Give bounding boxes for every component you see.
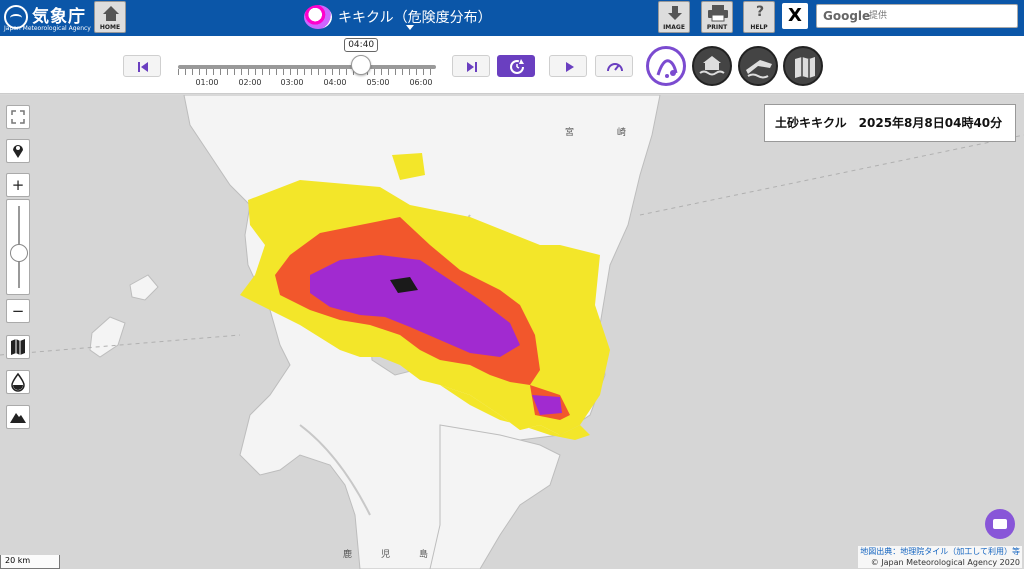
layer-landslide-button[interactable] bbox=[646, 46, 686, 86]
place-label: 島 bbox=[419, 550, 429, 560]
attribution-link[interactable]: 地図出典：地理院タイル（加工して利用）等 bbox=[860, 546, 1020, 557]
info-box-title: 土砂キキクル 2025年8月8日04時40分 bbox=[764, 104, 1016, 142]
print-label: PRINT bbox=[706, 24, 728, 31]
map-attribution: 地図出典：地理院タイル（加工して利用）等 © Japan Meteorologi… bbox=[858, 546, 1022, 568]
place-label: 鹿 bbox=[343, 550, 353, 560]
speedometer-icon bbox=[607, 63, 623, 72]
chevron-down-icon bbox=[406, 25, 414, 30]
locate-button[interactable] bbox=[6, 139, 30, 163]
place-label: 崎 bbox=[617, 128, 627, 138]
map-view[interactable]: 宮 崎 鹿 児 島 + − 土砂キキクル 2025年8月8日04時40分 地図出… bbox=[0, 95, 1024, 569]
latest-button[interactable] bbox=[497, 55, 535, 77]
basemap-button[interactable] bbox=[6, 335, 30, 359]
play-button[interactable] bbox=[549, 55, 587, 77]
refresh-icon bbox=[510, 59, 524, 74]
tick-label: 04:00 bbox=[323, 78, 347, 87]
map-icon bbox=[795, 57, 815, 78]
water-drop-icon bbox=[11, 372, 25, 392]
x-share-button[interactable]: X bbox=[782, 3, 808, 29]
logo-text-en: Japan Meteorological Agency bbox=[4, 25, 91, 32]
river-icon bbox=[746, 60, 772, 79]
osumi-peninsula bbox=[429, 424, 561, 569]
download-icon bbox=[668, 6, 682, 20]
layer-flood-button[interactable] bbox=[738, 46, 778, 86]
product-selector[interactable]: キキクル（危険度分布） bbox=[304, 3, 544, 33]
zoom-in-button[interactable]: + bbox=[6, 173, 30, 197]
home-icon bbox=[103, 6, 119, 21]
jma-logo[interactable]: 気象庁 Japan Meteorological Agency bbox=[2, 2, 91, 34]
timeline-ticks bbox=[178, 69, 436, 75]
flood-house-icon bbox=[699, 56, 725, 76]
product-title: キキクル（危険度分布） bbox=[338, 10, 492, 26]
logo-text-ja: 気象庁 bbox=[32, 7, 86, 27]
koshiki-islands bbox=[89, 316, 126, 358]
skip-end-icon bbox=[467, 62, 477, 72]
mountain-icon bbox=[10, 413, 26, 423]
map-canvas[interactable] bbox=[0, 95, 1024, 569]
question-icon: ? bbox=[755, 4, 765, 20]
map-icon bbox=[11, 339, 25, 355]
jump-start-button[interactable] bbox=[123, 55, 161, 77]
water-layer-button[interactable] bbox=[6, 370, 30, 394]
tick-label: 06:00 bbox=[409, 78, 433, 87]
search-brand: Google bbox=[823, 9, 871, 23]
layer-map-button[interactable] bbox=[783, 46, 823, 86]
speed-button[interactable] bbox=[595, 55, 633, 77]
place-label: 宮 bbox=[565, 128, 575, 138]
timeline-toolbar: 04:40 01:00 02:00 03:00 04:00 05:00 06:0… bbox=[0, 36, 1024, 94]
chat-icon bbox=[993, 519, 1007, 529]
chat-button[interactable] bbox=[985, 509, 1015, 539]
tick-label: 01:00 bbox=[195, 78, 219, 87]
sea-route bbox=[639, 134, 1024, 216]
help-button[interactable]: ? HELP bbox=[743, 1, 775, 33]
app-header: 気象庁 Japan Meteorological Agency HOME キキク… bbox=[0, 0, 1024, 36]
attribution-copyright: © Japan Meteorological Agency 2020 bbox=[870, 558, 1020, 567]
image-label: IMAGE bbox=[663, 24, 685, 31]
tick-label: 05:00 bbox=[366, 78, 390, 87]
home-label: HOME bbox=[99, 24, 121, 31]
jump-end-button[interactable] bbox=[452, 55, 490, 77]
fullscreen-button[interactable] bbox=[6, 105, 30, 129]
search-input[interactable] bbox=[869, 6, 1015, 26]
print-button[interactable]: PRINT bbox=[701, 1, 733, 33]
place-label: 児 bbox=[381, 550, 391, 560]
kikikuru-icon bbox=[304, 5, 332, 29]
tick-label: 03:00 bbox=[280, 78, 304, 87]
fullscreen-icon bbox=[11, 110, 25, 124]
layer-inundation-button[interactable] bbox=[692, 46, 732, 86]
current-time-bubble: 04:40 bbox=[344, 38, 379, 52]
help-label: HELP bbox=[750, 24, 768, 31]
location-pin-icon bbox=[13, 145, 23, 158]
site-search: Google bbox=[816, 4, 1018, 28]
zoom-slider[interactable] bbox=[6, 199, 30, 295]
terrain-layer-button[interactable] bbox=[6, 405, 30, 429]
landslide-icon bbox=[656, 59, 678, 78]
scale-bar: 20 km bbox=[0, 555, 60, 569]
skip-start-icon bbox=[138, 62, 148, 72]
zoom-out-button[interactable]: − bbox=[6, 299, 30, 323]
printer-icon bbox=[708, 5, 728, 22]
tick-label: 02:00 bbox=[238, 78, 262, 87]
home-button[interactable]: HOME bbox=[94, 1, 126, 33]
zoom-slider-thumb[interactable] bbox=[10, 244, 28, 262]
play-icon bbox=[566, 62, 574, 72]
image-button[interactable]: IMAGE bbox=[658, 1, 690, 33]
koshiki-islands-north bbox=[129, 274, 159, 301]
